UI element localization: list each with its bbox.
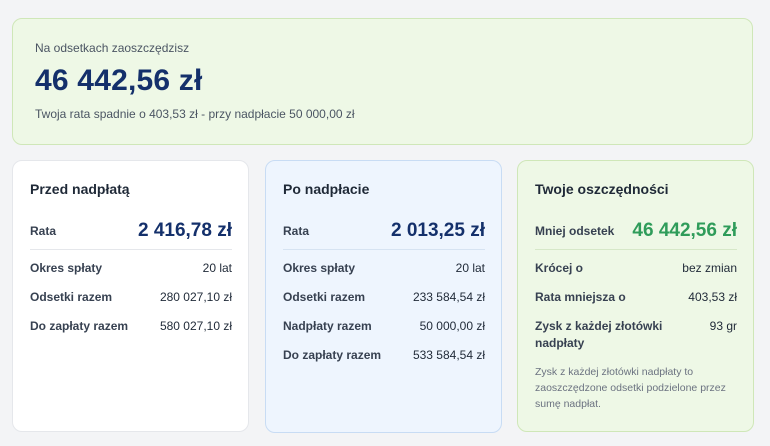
rate-row: Mniej odsetek 46 442,56 zł — [535, 213, 737, 250]
detail-row: Zysk z każdej złotówki nadpłaty 93 gr — [535, 318, 737, 352]
savings-note: Zysk z każdej złotówki nadpłaty to zaosz… — [535, 366, 726, 410]
rate-label: Mniej odsetek — [535, 224, 615, 238]
detail-label: Do zapłaty razem — [30, 319, 129, 333]
detail-row: Do zapłaty razem 533 584,54 zł — [283, 347, 485, 364]
detail-row: Do zapłaty razem 580 027,10 zł — [30, 318, 232, 335]
summary-label: Na odsetkach zaoszczędzisz — [35, 41, 190, 55]
detail-value: 280 027,10 zł — [159, 290, 232, 304]
detail-value: 50 000,00 zł — [419, 319, 485, 333]
detail-value: 20 lat — [202, 261, 232, 275]
detail-row: Nadpłaty razem 50 000,00 zł — [283, 318, 485, 335]
detail-value: 403,53 zł — [688, 290, 737, 304]
detail-label: Krócej o — [535, 261, 584, 275]
detail-row: Rata mniejsza o 403,53 zł — [535, 289, 737, 306]
detail-label: Do zapłaty razem — [283, 348, 382, 362]
detail-label: Okres spłaty — [30, 261, 103, 275]
detail-value: 233 584,54 zł — [412, 290, 485, 304]
detail-label: Okres spłaty — [283, 261, 356, 275]
after-overpayment-card: Po nadpłacie Rata 2 013,25 zł Okres spła… — [265, 160, 502, 433]
detail-label: Rata mniejsza o — [535, 290, 626, 304]
detail-value: 533 584,54 zł — [412, 348, 485, 362]
savings-summary-banner: Na odsetkach zaoszczędzisz 46 442,56 zł … — [12, 18, 753, 145]
detail-label: Zysk z każdej złotówki nadpłaty — [535, 319, 663, 350]
card-title: Twoje oszczędności — [535, 181, 669, 197]
rate-label: Rata — [283, 224, 310, 238]
detail-label: Nadpłaty razem — [283, 319, 372, 333]
detail-row: Krócej o bez zmian — [535, 260, 737, 277]
rate-row: Rata 2 416,78 zł — [30, 213, 232, 250]
rate-label: Rata — [30, 224, 57, 238]
detail-row: Okres spłaty 20 lat — [30, 260, 232, 277]
detail-row: Odsetki razem 233 584,54 zł — [283, 289, 485, 306]
rate-value: 2 013,25 zł — [390, 220, 485, 241]
detail-value: 20 lat — [455, 261, 485, 275]
card-title: Przed nadpłatą — [30, 181, 130, 197]
card-title: Po nadpłacie — [283, 181, 370, 197]
your-savings-card: Twoje oszczędności Mniej odsetek 46 442,… — [517, 160, 754, 432]
detail-value: 580 027,10 zł — [159, 319, 232, 333]
detail-row: Okres spłaty 20 lat — [283, 260, 485, 277]
before-overpayment-card: Przed nadpłatą Rata 2 416,78 zł Okres sp… — [12, 160, 249, 432]
summary-subtitle: Twoja rata spadnie o 403,53 zł - przy na… — [35, 107, 355, 121]
summary-amount: 46 442,56 zł — [35, 64, 203, 97]
rate-row: Rata 2 013,25 zł — [283, 213, 485, 250]
detail-label: Odsetki razem — [30, 290, 113, 304]
detail-value: 93 gr — [709, 319, 737, 333]
detail-label: Odsetki razem — [283, 290, 366, 304]
rate-value: 2 416,78 zł — [137, 220, 232, 241]
rate-value: 46 442,56 zł — [632, 220, 737, 241]
detail-row: Odsetki razem 280 027,10 zł — [30, 289, 232, 306]
detail-value: bez zmian — [682, 261, 737, 275]
